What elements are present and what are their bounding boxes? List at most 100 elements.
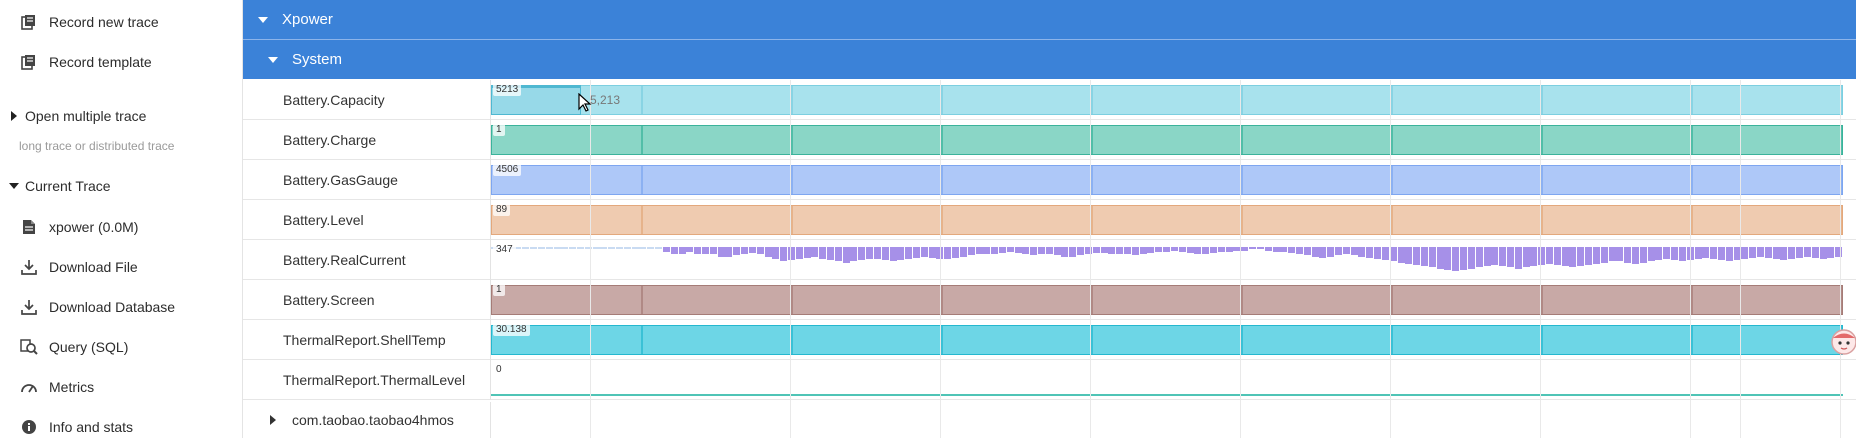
current-bar — [1718, 247, 1725, 260]
system-group-header[interactable]: System — [243, 40, 1856, 79]
segment-boundary — [1241, 325, 1243, 355]
metrics-button[interactable]: Metrics — [0, 371, 243, 403]
current-bar — [1054, 247, 1061, 255]
hover-value-tooltip: 5,213 — [590, 93, 621, 107]
track-canvas[interactable]: 0 — [490, 360, 1856, 400]
segment-boundary — [1541, 325, 1543, 355]
track-value-label: 0 — [493, 363, 505, 376]
current-bar — [1452, 247, 1459, 271]
current-bar — [725, 247, 732, 257]
track-row[interactable]: Battery.Capacity 5213 — [243, 80, 1856, 120]
track-canvas[interactable]: 4506 — [490, 160, 1856, 200]
track-segment[interactable] — [491, 205, 1843, 235]
track-canvas[interactable]: 347 — [490, 240, 1856, 280]
segment-boundary — [1541, 125, 1543, 155]
current-bar — [1405, 247, 1412, 264]
current-bar — [663, 247, 670, 252]
current-bar — [1460, 247, 1467, 270]
download-database-button[interactable]: Download Database — [0, 291, 243, 323]
track-segment[interactable] — [491, 325, 1843, 355]
current-bar — [1265, 247, 1272, 251]
current-bar — [624, 247, 631, 249]
current-bar — [866, 247, 873, 259]
download-file-button[interactable]: Download File — [0, 251, 243, 283]
current-bar — [1569, 247, 1576, 267]
current-bar — [1327, 247, 1334, 257]
segment-boundary — [1841, 205, 1843, 235]
current-trace-toggle[interactable]: Current Trace — [0, 172, 243, 200]
open-multiple-trace-toggle[interactable]: Open multiple trace — [0, 102, 243, 130]
track-segment[interactable] — [491, 125, 1843, 155]
current-bar — [1593, 247, 1600, 264]
track-row[interactable]: Battery.RealCurrent 347 — [243, 240, 1856, 280]
current-bar — [1046, 247, 1053, 254]
track-segment[interactable] — [491, 85, 1843, 115]
current-bar — [671, 247, 678, 254]
current-bar — [1632, 247, 1639, 264]
track-canvas[interactable]: 5213 — [490, 80, 1856, 120]
track-segment[interactable] — [491, 165, 1843, 195]
current-bar — [686, 247, 693, 252]
current-bar — [913, 247, 920, 258]
record-template-button[interactable]: Record template — [0, 46, 243, 78]
track-name: Battery.Capacity — [283, 92, 385, 108]
current-bar — [1398, 247, 1405, 263]
current-bar — [1820, 247, 1827, 259]
track-value-label: 1 — [493, 123, 505, 136]
current-bar — [819, 247, 826, 259]
current-bar — [921, 247, 928, 257]
current-bar — [1515, 247, 1522, 269]
segment-boundary — [791, 165, 793, 195]
track-canvas[interactable]: 1 — [490, 120, 1856, 160]
track-canvas[interactable]: 30.138 — [490, 320, 1856, 360]
track-canvas[interactable]: 89 — [490, 200, 1856, 240]
current-bar — [1671, 247, 1678, 260]
current-bar — [905, 247, 912, 259]
process-row[interactable]: com.taobao.taobao4hmos — [243, 402, 1856, 438]
current-bar — [1226, 247, 1233, 252]
segment-boundary — [1691, 85, 1693, 115]
current-bar — [1147, 247, 1154, 253]
xpower-group-header[interactable]: Xpower — [243, 0, 1856, 39]
current-bar — [1577, 247, 1584, 266]
current-bar — [1366, 247, 1373, 258]
caret-right-icon — [11, 111, 17, 121]
track-segment[interactable] — [491, 285, 1843, 315]
trace-file-item[interactable]: xpower (0.0M) — [0, 211, 243, 243]
current-bar — [1069, 247, 1076, 257]
info-and-stats-button[interactable]: Info and stats — [0, 411, 243, 443]
copy-icon — [20, 53, 38, 71]
track-row[interactable]: Battery.Screen 1 — [243, 280, 1856, 320]
system-group-title: System — [292, 51, 343, 68]
current-bar — [1687, 247, 1694, 260]
current-bar — [936, 247, 943, 259]
query-sql-label: Query (SQL) — [49, 339, 129, 355]
track-row[interactable]: Battery.GasGauge 4506 — [243, 160, 1856, 200]
current-bar — [1538, 247, 1545, 265]
current-bar — [1257, 247, 1264, 249]
track-row[interactable]: Battery.Level 89 — [243, 200, 1856, 240]
track-row[interactable]: Battery.Charge 1 — [243, 120, 1856, 160]
current-bar — [1319, 247, 1326, 258]
track-canvas[interactable]: 1 — [490, 280, 1856, 320]
current-bar — [772, 247, 779, 259]
assistant-avatar-icon[interactable] — [1828, 327, 1856, 357]
current-bar — [858, 247, 865, 260]
current-bar — [1429, 247, 1436, 267]
segment-boundary — [941, 285, 943, 315]
track-row[interactable]: ThermalReport.ShellTemp 30.138 — [243, 320, 1856, 360]
current-bar — [1765, 247, 1772, 258]
query-sql-button[interactable]: Query (SQL) — [0, 331, 243, 363]
record-new-trace-button[interactable]: Record new trace — [0, 6, 243, 38]
segment-boundary — [641, 205, 643, 235]
caret-down-icon — [268, 56, 278, 63]
current-bar — [1351, 247, 1358, 255]
track-row[interactable]: ThermalReport.ThermalLevel 0 — [243, 360, 1856, 400]
current-bar — [1038, 247, 1045, 254]
current-bar — [546, 247, 553, 249]
current-bar — [655, 247, 662, 249]
track-name: Battery.Screen — [283, 292, 375, 308]
current-bar — [1140, 247, 1147, 254]
current-bar — [960, 247, 967, 257]
current-bar — [1546, 247, 1553, 264]
